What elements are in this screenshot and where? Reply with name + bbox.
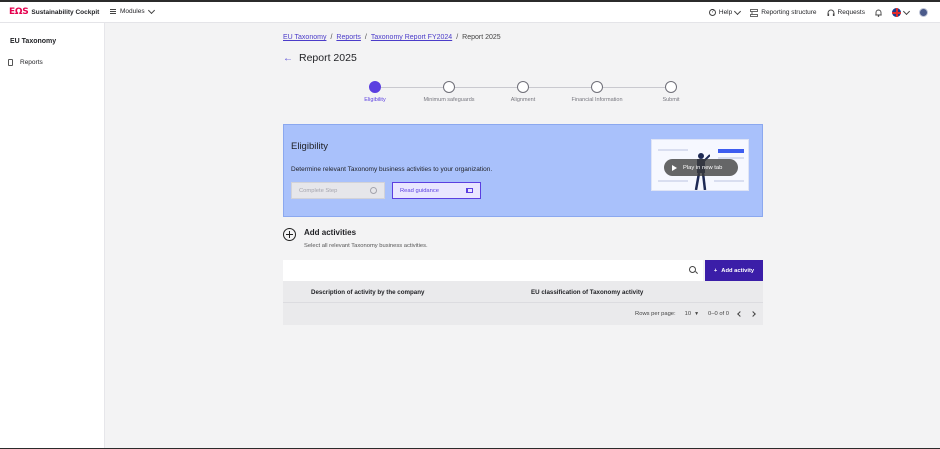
document-icon [8,59,13,66]
table-pagination: Rows per page: 10 ▼ 0–0 of 0 [635,311,756,317]
step-label: Alignment [510,97,536,103]
table-header-row: Description of activity by the company E… [283,281,763,303]
step-alignment[interactable]: Alignment [493,81,553,103]
top-bar: ΕΩS Sustainability Cockpit Modules ? Hel… [0,2,940,23]
caret-down-icon: ▼ [694,311,700,317]
modules-menu-button[interactable]: Modules [110,6,155,15]
help-icon: ? [708,9,716,16]
step-indicator [369,81,381,93]
step-minimum-safeguards[interactable]: Minimum safeguards [419,81,479,103]
breadcrumb-separator: / [456,34,459,41]
step-indicator [517,81,529,93]
card-title: Eligibility [291,141,328,152]
chevron-down-icon [147,6,155,14]
add-activity-button[interactable]: + Add activity [705,260,763,281]
hierarchy-icon [750,8,759,17]
reporting-structure-button[interactable]: Reporting structure [750,8,817,17]
breadcrumb-link-eu-taxonomy[interactable]: EU Taxonomy [283,34,326,41]
chevron-down-icon [902,7,911,15]
video-thumbnail[interactable]: Play in new tab [651,139,749,191]
plus-icon: + [713,267,718,274]
illustration-line [714,180,744,182]
column-header-description[interactable]: Description of activity by the company [311,289,424,296]
sidebar-title: EU Taxonomy [10,38,57,45]
page-header: ← Report 2025 [283,52,357,64]
eligibility-card: Eligibility Determine relevant Taxonomy … [283,124,763,217]
window-frame [0,0,940,449]
step-eligibility[interactable]: Eligibility [345,81,405,103]
add-activity-label: Add activity [721,267,755,274]
breadcrumb: EU Taxonomy / Reports / Taxonomy Report … [283,34,501,41]
add-activities-section: Add activities Select all relevant Taxon… [283,228,428,249]
read-guidance-button[interactable]: Read guidance [392,182,481,199]
next-page-icon[interactable] [750,311,756,317]
language-selector[interactable] [892,7,911,17]
apps-grid-icon [110,8,116,15]
avatar [919,8,928,17]
illustration-bar [718,149,744,153]
add-circle-icon [283,228,296,241]
illustration-line [658,180,688,182]
help-label: Help [718,9,733,16]
step-label: Submit [662,97,680,103]
section-title: Add activities [304,228,357,237]
play-label: Play in new tab [683,164,723,171]
section-subtitle: Select all relevant Taxonomy business ac… [304,243,428,249]
rows-per-page-select[interactable]: 10 ▼ [685,311,699,317]
step-label: Financial Information [571,97,623,103]
top-right-actions: ? Help Reporting structure Requests [708,7,928,17]
notifications-button[interactable] [875,9,882,17]
uk-flag-icon [892,8,901,17]
page-title: Report 2025 [299,52,357,64]
illustration-line [658,149,688,151]
play-in-new-tab-button[interactable]: Play in new tab [664,159,738,176]
app-name: Sustainability Cockpit [31,8,100,16]
book-icon [466,188,473,193]
breadcrumb-separator: / [364,34,367,41]
activity-search-input[interactable] [283,260,703,281]
bell-icon [875,9,882,17]
activities-table: Description of activity by the company E… [283,281,763,325]
pagination-range: 0–0 of 0 [708,311,729,317]
check-circle-icon [370,187,377,194]
rows-per-page-label: Rows per page: [635,311,676,317]
step-label: Eligibility [364,97,386,103]
step-indicator [665,81,677,93]
requests-label: Requests [837,9,865,16]
step-indicator [591,81,603,93]
step-label: Minimum safeguards [423,97,475,103]
headset-icon [827,9,835,16]
back-arrow-icon[interactable]: ← [283,53,293,64]
step-indicator [443,81,455,93]
step-financial-information[interactable]: Financial Information [567,81,627,103]
column-header-eu-classification[interactable]: EU classification of Taxonomy activity [531,289,643,296]
previous-page-icon[interactable] [737,311,743,317]
breadcrumb-link-reports[interactable]: Reports [336,34,361,41]
breadcrumb-separator: / [330,34,333,41]
requests-button[interactable]: Requests [827,9,865,17]
reporting-structure-label: Reporting structure [761,9,817,16]
complete-step-button[interactable]: Complete Step [291,182,385,199]
breadcrumb-current: Report 2025 [462,34,501,41]
complete-step-label: Complete Step [299,187,338,194]
play-icon [672,164,677,171]
chevron-down-icon [734,7,742,15]
sidebar: EU Taxonomy Reports [0,23,105,448]
help-menu-button[interactable]: ? Help [708,7,742,16]
sidebar-item-label: Reports [20,59,43,66]
read-guidance-label: Read guidance [400,187,439,194]
brand-logo-mark: ΕΩS [9,7,29,17]
sidebar-item-reports[interactable]: Reports [8,59,43,66]
progress-stepper: Eligibility Minimum safeguards Alignment… [350,80,700,110]
card-description: Determine relevant Taxonomy business act… [291,166,493,173]
modules-label: Modules [120,8,145,15]
app-logo[interactable]: ΕΩS Sustainability Cockpit [9,7,99,17]
breadcrumb-link-taxonomy-report[interactable]: Taxonomy Report FY2024 [371,34,452,41]
rows-per-page-value: 10 [684,311,692,317]
step-submit[interactable]: Submit [641,81,701,103]
user-menu-button[interactable] [919,8,928,17]
search-icon[interactable] [689,266,696,273]
